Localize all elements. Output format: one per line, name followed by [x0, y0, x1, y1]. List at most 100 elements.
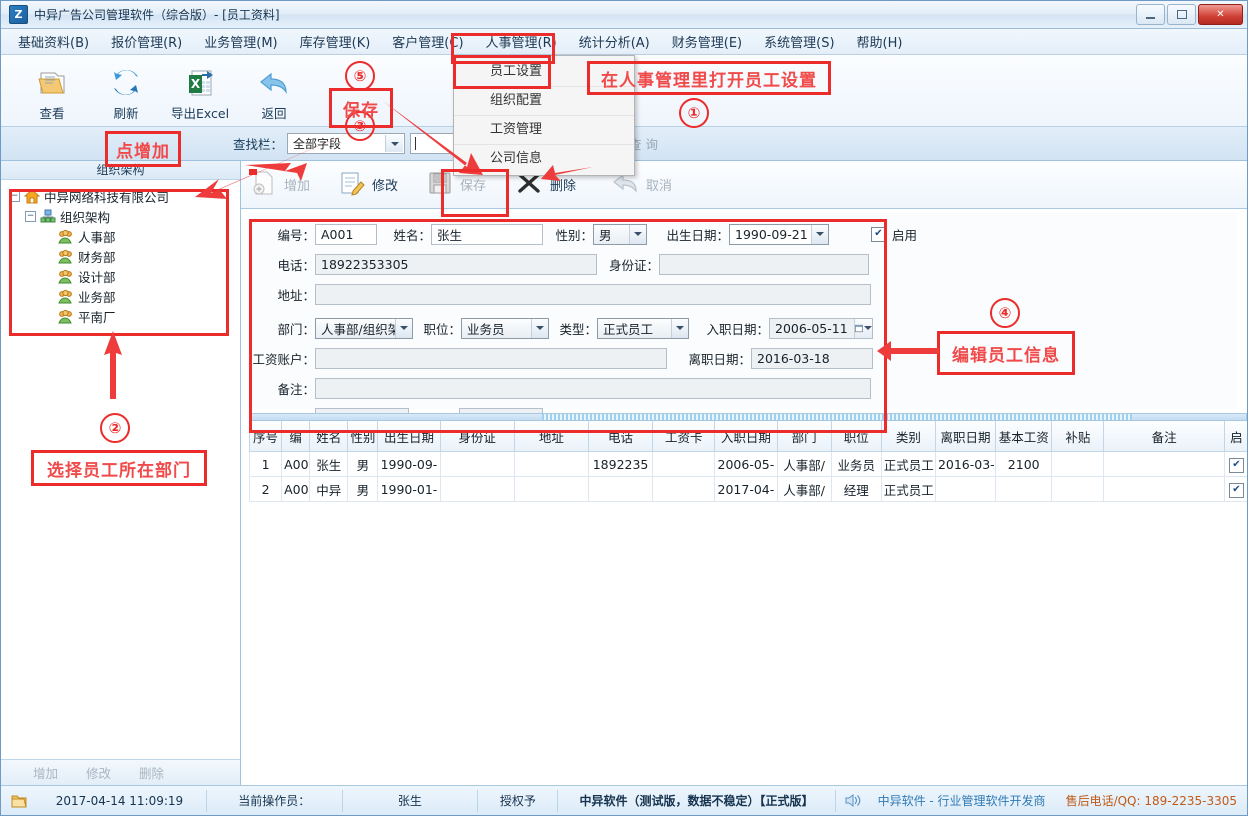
leave-label: 离职日期：: [688, 351, 751, 367]
col-remark[interactable]: 备注: [1103, 421, 1225, 452]
col-basesalary[interactable]: 基本工资: [995, 421, 1053, 452]
cell-idcard: [439, 476, 515, 502]
status-datetime: 2017-04-14 11:09:19: [33, 789, 207, 812]
menu-option-company-info[interactable]: 公司信息: [454, 145, 634, 173]
menu-item-system[interactable]: 系统管理(S): [753, 28, 845, 55]
edit-pencil-icon: [339, 170, 365, 200]
toolbar-button-refresh[interactable]: 刷新: [89, 59, 163, 123]
edit-record-label: 修改: [372, 179, 399, 194]
col-name[interactable]: 姓名: [309, 421, 349, 452]
dept-select[interactable]: 人事部/组织架构: [315, 317, 413, 339]
table-row[interactable]: 1 A00 张生 男 1990-09- 1892235 2006-05- 人事部…: [248, 451, 1247, 477]
menu-option-salary-management[interactable]: 工资管理: [454, 116, 634, 145]
col-dept[interactable]: 部门: [776, 421, 832, 452]
back-arrow-icon: [257, 65, 291, 101]
cell-seq: 1: [248, 451, 283, 477]
gender-label: 性别：: [555, 227, 593, 243]
col-address[interactable]: 地址: [513, 421, 589, 452]
scrollbar-thumb[interactable]: [542, 414, 1132, 420]
leave-date-field[interactable]: 2016-03-18: [751, 347, 873, 369]
grid-horizontal-scrollbar[interactable]: [249, 413, 1247, 421]
add-record-button[interactable]: 增加: [251, 165, 339, 205]
row-enabled-checkbox[interactable]: ✔: [1228, 482, 1244, 498]
cell-salarycard: [652, 451, 716, 477]
menu-item-statistics[interactable]: 统计分析(A): [568, 28, 661, 55]
maximize-button[interactable]: [1167, 4, 1196, 25]
expander-icon[interactable]: −: [25, 210, 36, 222]
row-enabled-checkbox[interactable]: ✔: [1228, 457, 1244, 473]
col-hiredate[interactable]: 入职日期: [714, 421, 778, 452]
phone-field[interactable]: 18922353305: [315, 253, 597, 275]
salary-account-label: 工资账户：: [252, 351, 315, 367]
cell-gender: 男: [347, 451, 379, 477]
toolbar-button-back[interactable]: 返回: [237, 59, 311, 123]
col-enabled[interactable]: 启: [1223, 421, 1247, 452]
enabled-checkbox[interactable]: ✔: [871, 226, 886, 242]
idcard-field[interactable]: [659, 253, 869, 275]
menu-item-help[interactable]: 帮助(H): [846, 28, 914, 55]
menu-option-org-config[interactable]: 组织配置: [454, 87, 634, 116]
tree-delete-button[interactable]: 删除: [139, 763, 164, 782]
hire-date-picker[interactable]: 2006-05-11: [769, 317, 873, 339]
toolbar-button-view[interactable]: 查看: [15, 59, 89, 123]
speaker-icon: [836, 790, 868, 812]
cell-enabled[interactable]: ✔: [1223, 476, 1247, 502]
birth-date-picker[interactable]: 1990-09-21: [729, 223, 829, 245]
cell-name: 中异: [309, 476, 349, 502]
col-position[interactable]: 职位: [830, 421, 882, 452]
menu-item-business[interactable]: 业务管理(M): [193, 28, 288, 55]
calendar-icon[interactable]: [854, 318, 872, 338]
gender-select[interactable]: 男: [593, 223, 647, 245]
close-icon[interactable]: ✕: [1198, 4, 1243, 25]
tree-item-label: 设计部: [78, 269, 116, 285]
type-select[interactable]: 正式员工: [597, 317, 689, 339]
name-field[interactable]: 张生: [431, 223, 543, 245]
expander-icon[interactable]: −: [9, 190, 20, 202]
col-type[interactable]: 类别: [880, 421, 936, 452]
tree-item-finance-dept[interactable]: 财务部: [7, 246, 240, 266]
tree-item-pingnan-factory[interactable]: 平南厂: [7, 306, 240, 326]
tree-item-design-dept[interactable]: 设计部: [7, 266, 240, 286]
cell-hiredate: 2006-05-: [714, 451, 778, 477]
col-idcard[interactable]: 身份证: [439, 421, 515, 452]
col-gender[interactable]: 性别: [347, 421, 379, 452]
col-leavedate[interactable]: 离职日期: [934, 421, 997, 452]
cell-phone: 1892235: [587, 451, 654, 477]
add-record-label: 增加: [284, 179, 311, 194]
code-field[interactable]: A001: [315, 223, 377, 245]
cell-position: 经理: [830, 476, 882, 502]
tree-add-button[interactable]: 增加: [33, 763, 58, 782]
tree-item-org-structure[interactable]: − 组织架构: [7, 206, 240, 226]
col-code[interactable]: 编: [281, 421, 311, 452]
people-icon: [58, 249, 74, 264]
menu-item-customer[interactable]: 客户管理(C): [381, 28, 474, 55]
remark-field[interactable]: [315, 377, 871, 399]
col-subsidy[interactable]: 补贴: [1051, 421, 1105, 452]
col-salarycard[interactable]: 工资卡: [652, 421, 716, 452]
col-phone[interactable]: 电话: [587, 421, 654, 452]
menu-option-employee-settings[interactable]: 员工设置: [454, 58, 634, 87]
address-field[interactable]: [315, 283, 871, 305]
tree-item-hr-dept[interactable]: 人事部: [7, 226, 240, 246]
tree-item-business-dept[interactable]: 业务部: [7, 286, 240, 306]
cell-enabled[interactable]: ✔: [1223, 451, 1247, 477]
minimize-button[interactable]: [1136, 4, 1165, 25]
toolbar-button-export-excel[interactable]: X 导出Excel: [163, 59, 237, 123]
tree-item-company[interactable]: − 中异网络科技有限公司: [7, 186, 240, 206]
table-row[interactable]: 2 A00 中异 男 1990-01- 2017-04- 人事部/ 经理 正式员…: [248, 476, 1247, 502]
menu-item-inventory[interactable]: 库存管理(K): [289, 28, 382, 55]
search-field-selector[interactable]: 全部字段: [287, 133, 406, 154]
menu-item-quote[interactable]: 报价管理(R): [100, 28, 193, 55]
tree-edit-button[interactable]: 修改: [86, 763, 111, 782]
menu-item-finance[interactable]: 财务管理(E): [661, 28, 753, 55]
position-select[interactable]: 业务员: [461, 317, 549, 339]
status-vendor[interactable]: 中异软件 - 行业管理软件开发商: [868, 790, 1056, 812]
col-seq[interactable]: 序号: [248, 421, 283, 452]
salary-account-field[interactable]: [315, 347, 667, 369]
status-license-label: 授权予: [478, 789, 559, 812]
edit-record-button[interactable]: 修改: [339, 165, 427, 205]
menu-item-basic-data[interactable]: 基础资料(B): [7, 28, 100, 55]
col-birth[interactable]: 出生日期: [377, 421, 441, 452]
menu-item-hr[interactable]: 人事管理(R): [475, 28, 568, 55]
search-label: 查找栏：: [233, 137, 284, 152]
